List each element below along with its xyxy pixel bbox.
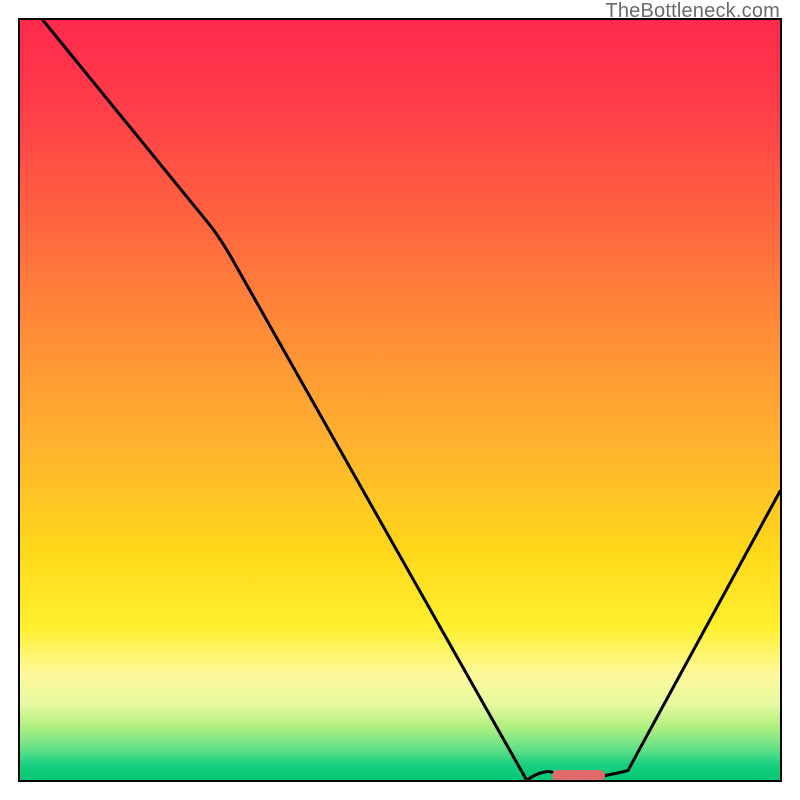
- chart-frame: [18, 18, 782, 782]
- optimal-range-marker: [552, 770, 605, 781]
- bottleneck-curve: [20, 20, 780, 780]
